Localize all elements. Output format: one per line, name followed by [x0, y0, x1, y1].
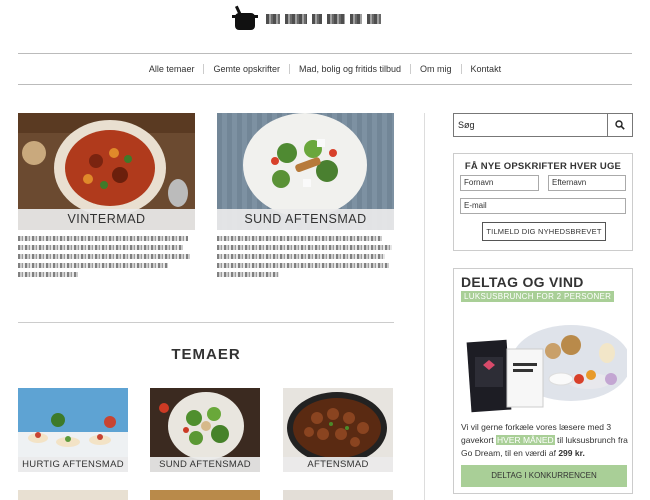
main-nav: Alle temaer Gemte opskrifter Mad, bolig …	[18, 53, 632, 85]
pot-icon	[232, 5, 258, 30]
nav-item-gemte-opskrifter[interactable]: Gemte opskrifter	[203, 64, 289, 74]
search-input[interactable]	[454, 114, 607, 136]
site-logo[interactable]	[232, 4, 412, 32]
theme-caption: SUND AFTENSMAD	[150, 457, 260, 472]
promo-price: 299 kr.	[558, 448, 585, 458]
feature-card-vintermad[interactable]: VINTERMAD	[18, 113, 195, 230]
last-name-field[interactable]: Efternavn	[548, 175, 626, 191]
themes-title: TEMAER	[171, 346, 241, 363]
feature-card-sund-aftensmad[interactable]: SUND AFTENSMAD	[217, 113, 394, 230]
search-box	[453, 113, 633, 137]
theme-card-aftensmad[interactable]: AFTENSMAD	[283, 388, 393, 472]
newsletter-box: FÅ NYE OPSKRIFTER HVER UGE Fornavn Efter…	[453, 153, 633, 251]
theme-card-peek	[18, 490, 128, 500]
feature-excerpt-blurred	[18, 236, 195, 281]
column-separator	[424, 113, 425, 500]
theme-card-peek	[150, 490, 260, 500]
feature-excerpt-blurred	[217, 236, 394, 281]
section-divider	[18, 322, 394, 323]
subscribe-button[interactable]: TILMELD DIG NYHEDSBREVET	[482, 222, 606, 241]
feature-caption: VINTERMAD	[18, 209, 195, 230]
nav-item-tilbud[interactable]: Mad, bolig og fritids tilbud	[288, 64, 410, 74]
promo-badge: LUKSUSBRUNCH FOR 2 PERSONER	[461, 291, 615, 302]
search-button[interactable]	[607, 114, 632, 136]
feature-caption: SUND AFTENSMAD	[217, 209, 394, 230]
email-field[interactable]: E-mail	[460, 198, 626, 214]
promo-highlight: HVER MÅNED	[495, 435, 555, 445]
newsletter-title: FÅ NYE OPSKRIFTER HVER UGE	[464, 161, 622, 172]
promo-text: Vi vil gerne forkæle vores læsere med 3 …	[461, 421, 629, 460]
promo-box: DELTAG OG VIND LUKSUSBRUNCH FOR 2 PERSON…	[453, 268, 633, 494]
theme-caption: AFTENSMAD	[283, 457, 393, 472]
brunch-giftcard-image[interactable]	[461, 307, 627, 425]
enter-contest-button[interactable]: DELTAG I KONKURRENCEN	[461, 465, 627, 487]
nav-item-om-mig[interactable]: Om mig	[410, 64, 461, 74]
theme-card-peek	[283, 490, 393, 500]
promo-title: DELTAG OG VIND	[461, 274, 584, 290]
nav-item-kontakt[interactable]: Kontakt	[460, 64, 511, 74]
theme-card-sund-aftensmad[interactable]: SUND AFTENSMAD	[150, 388, 260, 472]
theme-caption: HURTIG AFTENSMAD	[18, 457, 128, 472]
first-name-field[interactable]: Fornavn	[460, 175, 539, 191]
search-icon	[615, 120, 625, 130]
blurred-site-name	[266, 14, 381, 24]
theme-card-hurtig-aftensmad[interactable]: HURTIG AFTENSMAD	[18, 388, 128, 472]
nav-item-alle-temaer[interactable]: Alle temaer	[140, 64, 204, 74]
